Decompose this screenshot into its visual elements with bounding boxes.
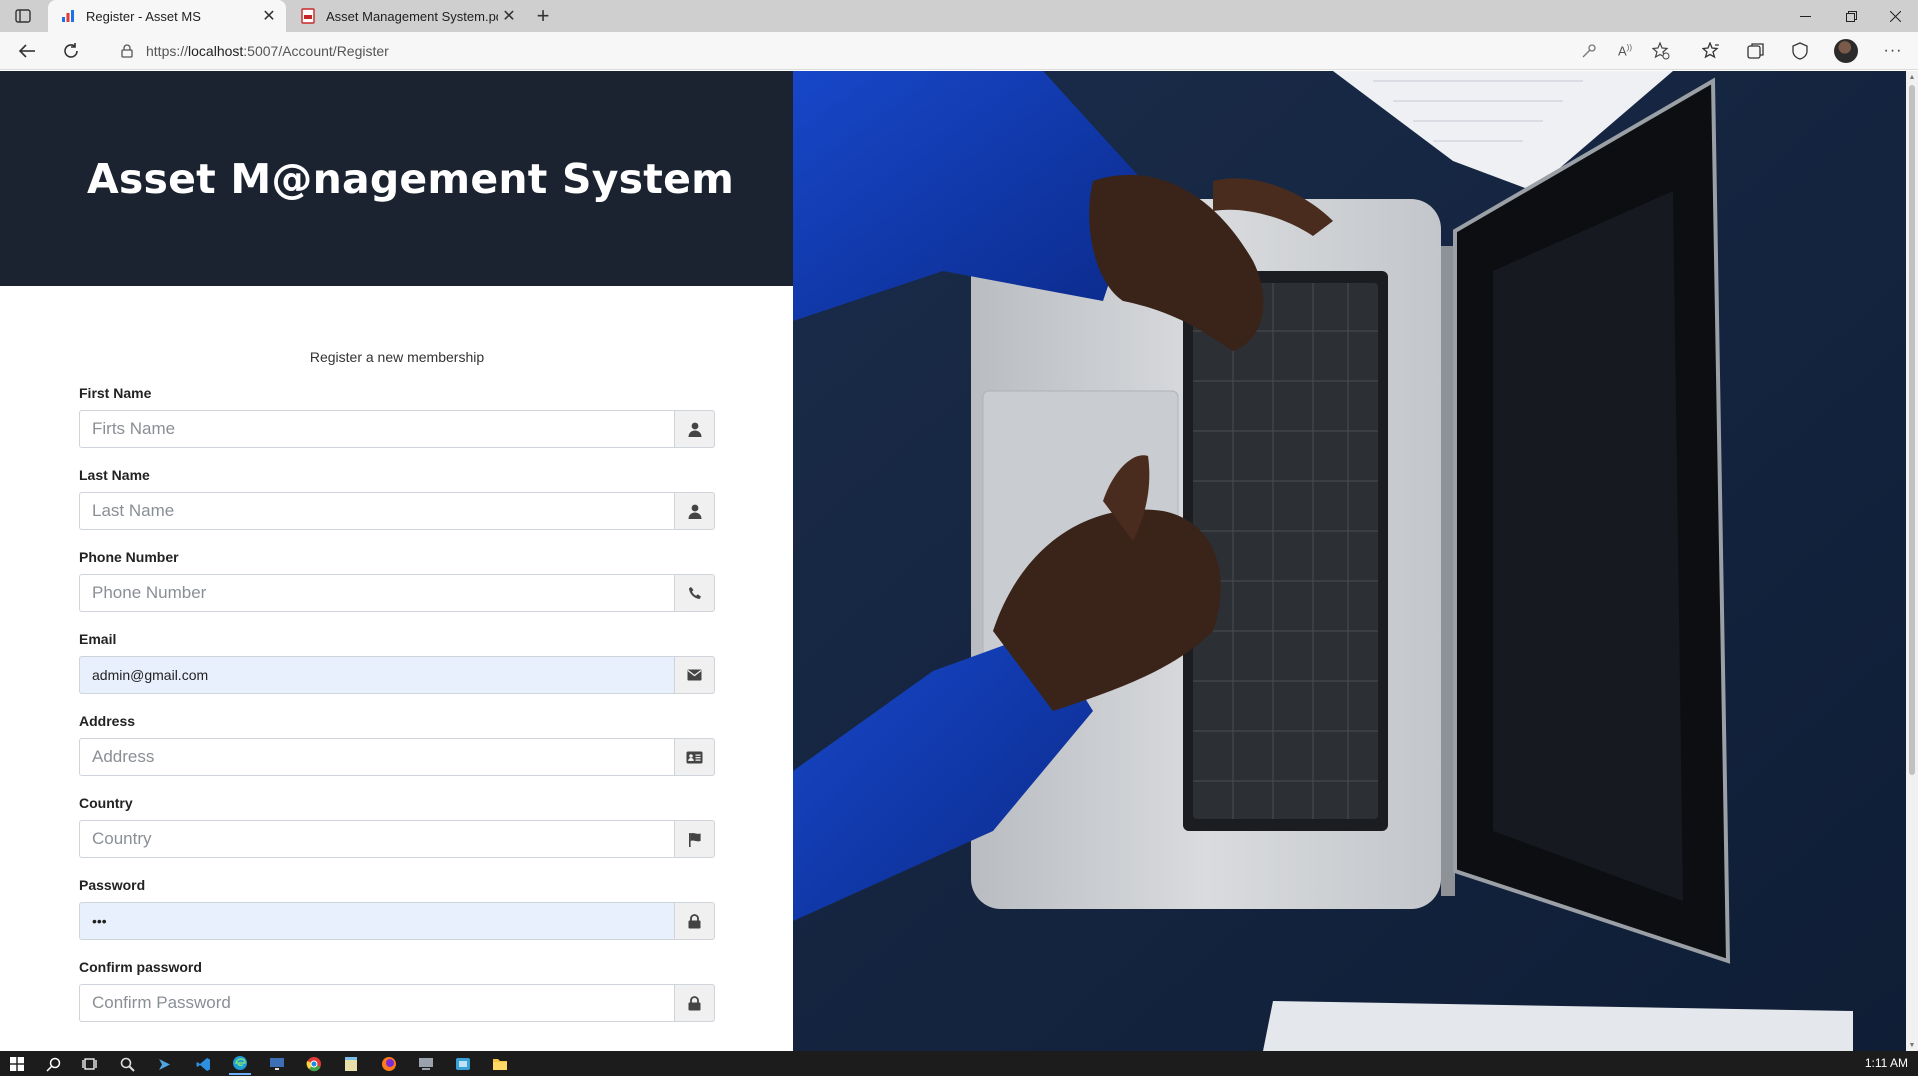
new-tab-icon[interactable]: +	[530, 3, 556, 28]
form-subtitle: Register a new membership	[309, 349, 485, 365]
chart-favicon-icon	[60, 8, 76, 24]
windows-start-icon[interactable]	[6, 1053, 28, 1075]
register-panel: Asset M@nagement System Register a new m…	[0, 71, 793, 1051]
email-label: Email	[79, 631, 117, 647]
scroll-up-icon[interactable]: ▲	[1908, 73, 1916, 81]
powershell-icon[interactable]	[154, 1053, 176, 1075]
browser-essentials-icon[interactable]	[1789, 41, 1811, 61]
clock-time[interactable]: 1:11 AM	[1865, 1056, 1908, 1070]
country-input[interactable]	[79, 820, 674, 858]
tab-title: Register - Asset MS	[86, 8, 201, 24]
device-manager-icon[interactable]	[415, 1053, 437, 1075]
browser-nav-bar: https://localhost:5007/Account/Register …	[0, 32, 1918, 70]
notepad-icon[interactable]	[340, 1053, 362, 1075]
tab-title: Asset Management System.pdf	[326, 8, 498, 24]
minimize-icon[interactable]	[1782, 0, 1828, 32]
scrollbar-thumb[interactable]	[1909, 85, 1915, 775]
more-menu-icon[interactable]: ···	[1882, 41, 1904, 61]
email-field: Email	[79, 631, 715, 694]
country-field: Country	[79, 795, 715, 858]
firefox-icon[interactable]	[378, 1053, 400, 1075]
phone-number-field: Phone Number	[79, 549, 715, 612]
first-name-label: First Name	[79, 385, 152, 401]
add-favorite-icon[interactable]	[1650, 41, 1672, 61]
confirm-password-label: Confirm password	[79, 959, 202, 975]
country-label: Country	[79, 795, 133, 811]
banner: Asset M@nagement System	[0, 71, 793, 286]
email-input[interactable]	[79, 656, 674, 694]
address-card-icon	[674, 738, 715, 776]
user-icon	[674, 492, 715, 530]
register-form: Register a new membership First Name Las…	[79, 349, 715, 1041]
file-explorer-icon[interactable]	[489, 1053, 511, 1075]
phone-number-label: Phone Number	[79, 549, 179, 565]
tab-actions-icon[interactable]	[10, 6, 36, 26]
close-tab-icon[interactable]: ✕	[258, 5, 280, 27]
page-content: Asset M@nagement System Register a new m…	[0, 71, 1906, 1051]
page-scrollbar[interactable]: ▲ ▼	[1906, 71, 1918, 1051]
tab-pdf[interactable]: Asset Management System.pdf ✕	[288, 0, 526, 32]
first-name-field: First Name	[79, 385, 715, 448]
first-name-input[interactable]	[79, 410, 674, 448]
browser-tab-bar: Register - Asset MS ✕ Asset Management S…	[0, 0, 1918, 32]
task-view-icon[interactable]	[78, 1053, 100, 1075]
flag-icon	[674, 820, 715, 858]
network-tool-icon[interactable]	[452, 1053, 474, 1075]
profile-avatar[interactable]	[1834, 39, 1858, 63]
app-title: Asset M@nagement System	[87, 154, 735, 203]
close-tab-icon[interactable]: ✕	[498, 5, 520, 27]
settings-search-icon[interactable]	[116, 1053, 138, 1075]
tab-register[interactable]: Register - Asset MS ✕	[48, 0, 286, 32]
read-aloud-icon[interactable]: A))	[1614, 41, 1636, 61]
pdf-favicon-icon	[300, 8, 316, 24]
chrome-icon[interactable]	[303, 1053, 325, 1075]
address-field: Address	[79, 713, 715, 776]
last-name-label: Last Name	[79, 467, 150, 483]
phone-icon	[674, 574, 715, 612]
scroll-down-icon[interactable]: ▼	[1908, 1041, 1916, 1049]
close-window-icon[interactable]	[1872, 0, 1918, 32]
lock-icon	[674, 984, 715, 1022]
vscode-icon[interactable]	[192, 1053, 214, 1075]
refresh-icon[interactable]	[56, 37, 86, 65]
address-bar[interactable]: https://localhost:5007/Account/Register	[104, 36, 1664, 66]
envelope-icon	[674, 656, 715, 694]
lock-icon	[674, 902, 715, 940]
password-input[interactable]	[79, 902, 674, 940]
remote-desktop-icon[interactable]	[266, 1053, 288, 1075]
hero-image	[793, 71, 1906, 1051]
windows-taskbar: 1:11 AM	[0, 1051, 1918, 1076]
favorites-icon[interactable]	[1700, 41, 1722, 61]
search-icon[interactable]	[42, 1053, 64, 1075]
last-name-input[interactable]	[79, 492, 674, 530]
confirm-password-field: Confirm password	[79, 959, 715, 1022]
user-icon	[674, 410, 715, 448]
laptop-photo-illustration	[793, 71, 1906, 1051]
password-label: Password	[79, 877, 146, 893]
password-field: Password	[79, 877, 715, 940]
last-name-field: Last Name	[79, 467, 715, 530]
password-key-icon[interactable]	[1578, 41, 1600, 61]
site-info-lock-icon[interactable]	[118, 44, 136, 58]
address-label: Address	[79, 713, 136, 729]
address-input[interactable]	[79, 738, 674, 776]
restore-icon[interactable]	[1828, 0, 1874, 32]
collections-icon[interactable]	[1745, 41, 1767, 61]
back-icon[interactable]	[12, 37, 42, 65]
phone-number-input[interactable]	[79, 574, 674, 612]
url-text: https://localhost:5007/Account/Register	[146, 43, 389, 59]
edge-browser-icon[interactable]	[229, 1053, 251, 1075]
confirm-password-input[interactable]	[79, 984, 674, 1022]
